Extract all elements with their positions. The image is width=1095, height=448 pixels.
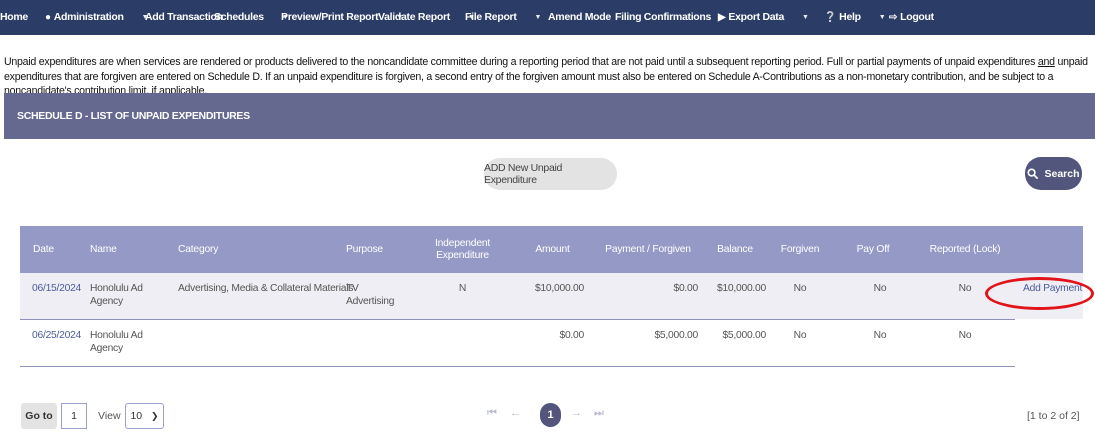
users-icon: ●: [45, 11, 51, 23]
col-purpose[interactable]: Purpose: [346, 226, 383, 273]
intro-part1: Unpaid expenditures are when services ar…: [4, 56, 1038, 68]
nav-validate-label: Validate Report: [378, 11, 450, 23]
nav-logout[interactable]: ⇨ Logout: [889, 11, 934, 23]
row-pay-off: No: [873, 283, 887, 294]
nav-home[interactable]: Home: [0, 11, 28, 23]
top-nav: Home ● Administration ▼ Add Transaction …: [0, 0, 1095, 35]
goto-page-input[interactable]: 1: [61, 403, 87, 429]
view-label: View: [98, 410, 121, 422]
col-payment-forgiven[interactable]: Payment / Forgiven: [598, 226, 698, 273]
help-icon: ❔: [824, 11, 837, 23]
row-balance: $5,000.00: [722, 330, 766, 341]
nav-filing-confirmations[interactable]: Filing Confirmations: [615, 11, 711, 23]
row-forgiven: No: [793, 283, 807, 294]
row-name: Honolulu Ad Agency: [90, 283, 143, 307]
highlight-ring: [985, 277, 1094, 310]
table-row: 06/25/2024 Honolulu Ad Agency $0.00 $5,0…: [20, 320, 1015, 367]
nav-export-data-label: Export Data: [728, 11, 785, 23]
nav-file-report-label: File Report: [465, 11, 517, 23]
nav-amend-mode-label: Amend Mode: [548, 11, 611, 23]
row-independent: N: [458, 283, 467, 294]
add-unpaid-expenditure-button[interactable]: ADD New Unpaid Expenditure: [484, 158, 617, 190]
first-page-icon[interactable]: ⏮: [487, 407, 497, 420]
nav-preview-print-label: Preview/Print Report: [281, 11, 379, 23]
page-size-select[interactable]: 10 ❯: [125, 403, 164, 429]
caret-down-icon: ▼: [802, 13, 809, 21]
nav-schedules[interactable]: Schedules ▼: [214, 11, 289, 23]
logout-icon: ⇨: [889, 11, 898, 23]
table-row: 06/15/2024 Honolulu Ad Agency Advertisin…: [20, 273, 1015, 320]
schedule-title: SCHEDULE D - LIST OF UNPAID EXPENDITURES: [17, 110, 250, 122]
col-independent[interactable]: Independent Expenditure: [425, 226, 500, 273]
row-amount: $10,000.00: [534, 283, 584, 294]
goto-button[interactable]: Go to: [21, 403, 57, 429]
record-range: [1 to 2 of 2]: [1027, 410, 1080, 422]
nav-file-report[interactable]: File Report ▼: [465, 11, 541, 23]
col-forgiven[interactable]: Forgiven: [775, 226, 825, 273]
row-name: Honolulu Ad Agency: [90, 330, 143, 354]
next-page-icon[interactable]: →: [571, 407, 582, 419]
current-page[interactable]: 1: [540, 403, 561, 427]
nav-add-transaction[interactable]: Add Transaction: [145, 11, 223, 23]
nav-help[interactable]: ❔ Help ▼: [824, 11, 886, 23]
col-name[interactable]: Name: [90, 226, 117, 273]
row-date-link[interactable]: 06/25/2024: [32, 330, 81, 343]
last-page-icon[interactable]: ⏭: [594, 407, 604, 420]
caret-down-icon: ▼: [534, 13, 542, 21]
intro-text: Unpaid expenditures are when services ar…: [4, 55, 1094, 99]
nav-logout-label: Logout: [900, 11, 934, 23]
intro-and: and: [1037, 56, 1055, 68]
caret-down-icon: ▼: [878, 13, 886, 21]
row-category: Advertising, Media & Collateral Material…: [178, 283, 354, 294]
row-reported: No: [958, 283, 972, 294]
row-forgiven: No: [793, 330, 807, 341]
schedule-header: SCHEDULE D - LIST OF UNPAID EXPENDITURES: [4, 93, 1095, 139]
row-payment-forgiven: $5,000.00: [654, 330, 698, 341]
row-balance: $10,000.00: [716, 283, 766, 294]
nav-administration[interactable]: ● Administration ▼: [45, 11, 149, 23]
col-date[interactable]: Date: [33, 226, 54, 273]
row-payment-forgiven: $0.00: [673, 283, 698, 294]
search-button-label: Search: [1044, 167, 1080, 180]
nav-filing-confirmations-label: Filing Confirmations: [615, 11, 712, 23]
nav-validate[interactable]: Validate Report ▼: [378, 11, 475, 23]
prev-page-icon[interactable]: ←: [510, 407, 521, 419]
col-amount[interactable]: Amount: [520, 226, 585, 273]
row-reported: No: [958, 330, 972, 341]
row-amount: $0.00: [559, 330, 584, 341]
col-reported[interactable]: Reported (Lock): [915, 226, 1015, 273]
row-purpose: TV Advertising: [346, 283, 395, 307]
nav-schedules-label: Schedules: [214, 11, 264, 23]
search-icon: [1027, 168, 1039, 179]
nav-home-label: Home: [0, 11, 28, 23]
page-size-value: 10: [130, 410, 143, 422]
export-icon: ▶: [718, 11, 726, 23]
nav-help-label: Help: [839, 11, 861, 23]
search-button[interactable]: Search: [1025, 157, 1082, 190]
nav-export-data[interactable]: ▶ Export Data ▼: [718, 11, 809, 23]
nav-add-transaction-label: Add Transaction: [145, 11, 223, 23]
row-date-link[interactable]: 06/15/2024: [32, 283, 81, 296]
col-pay-off[interactable]: Pay Off: [848, 226, 898, 273]
nav-administration-label: Administration: [53, 11, 124, 23]
col-category[interactable]: Category: [178, 226, 218, 273]
chevron-down-icon: ❯: [151, 410, 159, 421]
nav-amend-mode[interactable]: Amend Mode: [548, 11, 611, 23]
row-pay-off: No: [873, 330, 887, 341]
table-header: Date Name Category Purpose Independent E…: [20, 226, 1083, 273]
col-balance[interactable]: Balance: [705, 226, 765, 273]
